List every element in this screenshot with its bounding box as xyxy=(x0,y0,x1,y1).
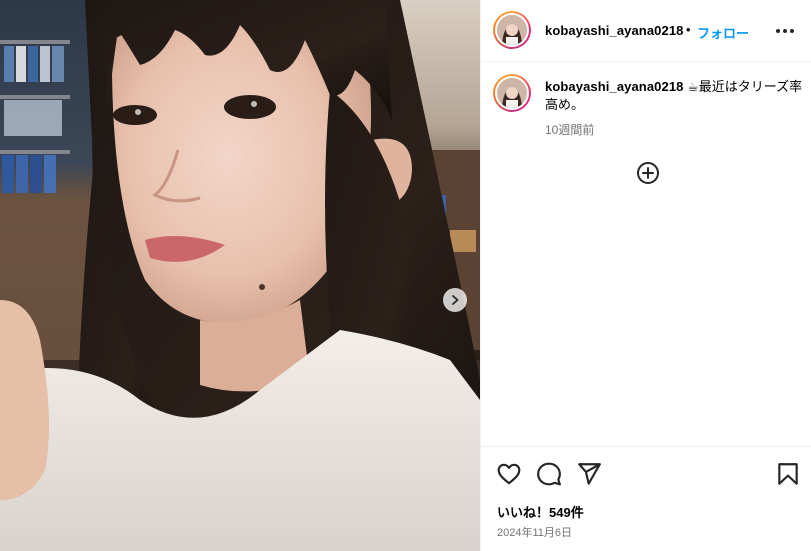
add-circle-icon xyxy=(637,162,659,184)
bookmark-icon[interactable] xyxy=(775,461,801,487)
post-side-panel: kobayashi_ayana0218 • フォロー kobayashi_aya… xyxy=(480,0,811,551)
next-image-button[interactable] xyxy=(443,288,467,312)
more-options-button[interactable] xyxy=(773,22,797,40)
post-media[interactable] xyxy=(0,0,480,551)
caption-timestamp[interactable]: 10週間前 xyxy=(545,121,594,138)
caption-avatar[interactable] xyxy=(493,74,531,112)
avatar[interactable] xyxy=(493,11,531,49)
likes-count[interactable]: いいね！549件 xyxy=(497,502,584,521)
profile-picture xyxy=(497,15,527,45)
send-icon[interactable] xyxy=(576,461,602,487)
follow-button[interactable]: フォロー xyxy=(697,23,749,42)
more-options-icon xyxy=(776,29,794,33)
post-date: 2024年11月6日 xyxy=(497,527,573,539)
post-header: kobayashi_ayana0218 • フォロー xyxy=(481,0,811,62)
chevron-right-icon xyxy=(452,295,459,305)
comment-icon[interactable] xyxy=(536,461,562,487)
heart-icon[interactable] xyxy=(496,461,522,487)
post-actions: いいね！549件 2024年11月6日 xyxy=(481,446,811,551)
profile-picture xyxy=(497,78,527,108)
caption-username[interactable]: kobayashi_ayana0218 xyxy=(545,79,684,94)
separator-dot: • xyxy=(686,22,691,37)
post-photo xyxy=(0,0,480,551)
load-more-comments-button[interactable] xyxy=(636,161,660,185)
caption: kobayashi_ayana0218 ☕最近はタリーズ率高め。 xyxy=(545,78,807,114)
header-username[interactable]: kobayashi_ayana0218 xyxy=(545,23,684,38)
